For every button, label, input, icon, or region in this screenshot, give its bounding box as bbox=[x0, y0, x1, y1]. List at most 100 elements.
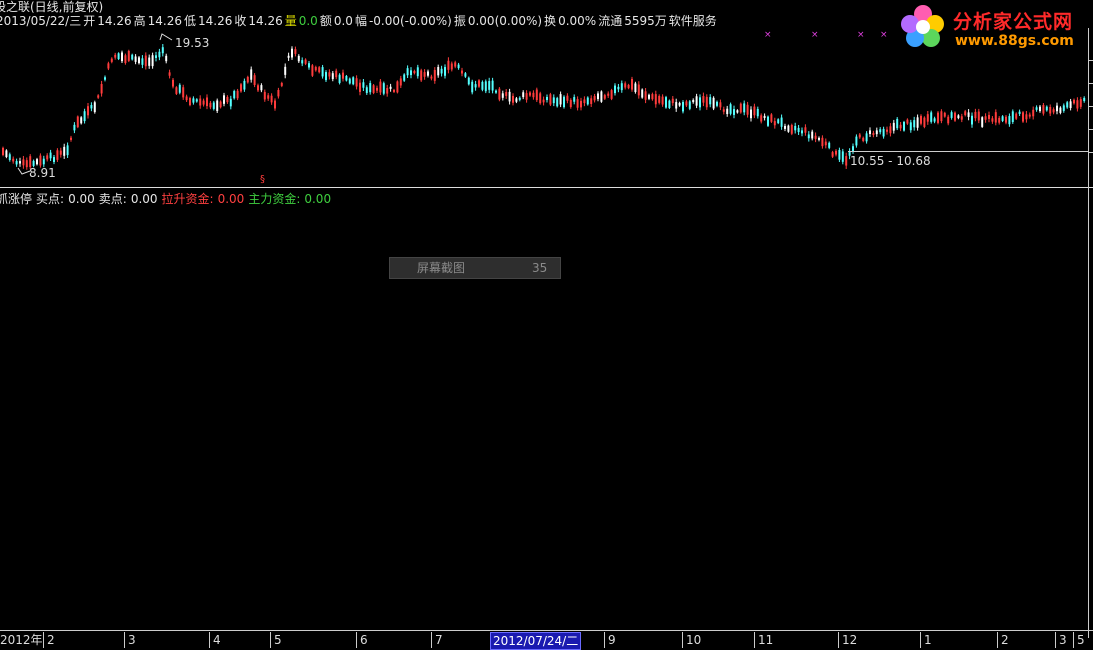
candle-body bbox=[413, 71, 416, 74]
quote-header: 股之联(日线,前复权) 2013/05/22/三开 14.26 高 14.26 低 14.… bbox=[0, 0, 900, 30]
candle-body bbox=[994, 112, 997, 123]
candle-body bbox=[671, 98, 674, 104]
candle-body bbox=[777, 119, 780, 124]
candle-body bbox=[525, 93, 528, 100]
candle-body bbox=[168, 72, 171, 76]
candle-body bbox=[937, 112, 939, 123]
candle-body bbox=[70, 137, 72, 140]
candle-body bbox=[471, 81, 474, 93]
candle-body bbox=[406, 68, 409, 76]
candle-body bbox=[529, 92, 531, 96]
date-tick: 2012年 bbox=[0, 633, 43, 647]
candle-body bbox=[117, 53, 120, 60]
price-range-label: 10.55 - 10.68 bbox=[850, 154, 931, 168]
candle-body bbox=[590, 98, 593, 104]
candle-body bbox=[988, 114, 990, 119]
candle-body bbox=[1011, 111, 1014, 122]
candle-body bbox=[593, 96, 596, 101]
candle-body bbox=[678, 102, 681, 106]
date-tick: 3 bbox=[124, 632, 136, 648]
change-label: 幅 bbox=[354, 14, 367, 28]
candle-body bbox=[573, 97, 576, 102]
candle-body bbox=[491, 80, 494, 91]
candle-body bbox=[410, 70, 412, 76]
screenshot-popup[interactable]: 屏幕截图 35 bbox=[389, 257, 561, 279]
candle-body bbox=[722, 109, 725, 112]
float-label: 流通 bbox=[598, 14, 623, 28]
candle-body bbox=[73, 124, 76, 131]
candle-body bbox=[192, 98, 195, 103]
candle-body bbox=[501, 93, 504, 98]
candle-body bbox=[172, 79, 174, 87]
candle-body bbox=[474, 84, 477, 88]
candle-body bbox=[814, 135, 817, 139]
candle-body bbox=[549, 94, 552, 105]
candle-body bbox=[1062, 105, 1065, 111]
amplitude-value: 0.00(0.00%) bbox=[467, 14, 543, 28]
candle-body bbox=[433, 70, 436, 81]
candle-body bbox=[1049, 106, 1052, 114]
candle-body bbox=[280, 83, 283, 86]
candle-body bbox=[355, 78, 358, 87]
candle-body bbox=[620, 83, 623, 91]
candle-body bbox=[437, 67, 440, 76]
candle-body bbox=[967, 112, 970, 117]
candle-body bbox=[981, 117, 984, 127]
candle-body bbox=[1066, 102, 1069, 108]
candle-body bbox=[246, 76, 249, 83]
candle-body bbox=[399, 78, 402, 86]
candle-body bbox=[240, 84, 242, 92]
candle-body bbox=[1035, 107, 1038, 110]
candle-body bbox=[828, 142, 831, 148]
candle-body bbox=[841, 151, 844, 162]
candle-body bbox=[297, 55, 300, 62]
candle-body bbox=[699, 97, 701, 108]
candle-body bbox=[563, 96, 565, 108]
candle-body bbox=[913, 120, 916, 128]
candle-body bbox=[148, 57, 151, 66]
candle-body bbox=[797, 127, 800, 133]
candle-body bbox=[311, 65, 314, 76]
candle-body bbox=[80, 117, 83, 124]
turnover-label: 换 bbox=[544, 14, 557, 28]
indicator-name[interactable]: 抓涨停 bbox=[0, 192, 32, 206]
candle-body bbox=[784, 125, 786, 129]
open-value: 14.26 bbox=[97, 14, 132, 28]
candle-body bbox=[556, 98, 559, 107]
candle-body bbox=[450, 63, 453, 70]
candle-body bbox=[1001, 116, 1004, 121]
price-axis bbox=[1088, 28, 1089, 638]
candle-body bbox=[763, 115, 766, 119]
pane-divider[interactable] bbox=[0, 187, 1093, 188]
candle-body bbox=[631, 78, 633, 90]
candle-body bbox=[641, 89, 644, 98]
candle-body bbox=[801, 130, 803, 134]
buy-label: 买点: bbox=[36, 192, 65, 206]
candle-body bbox=[308, 63, 310, 68]
candle-body bbox=[1042, 105, 1045, 114]
candle-body bbox=[964, 111, 967, 116]
popup-number: 35 bbox=[532, 261, 548, 275]
low-price-marker: 8.91 bbox=[29, 166, 56, 180]
candle-body bbox=[478, 80, 480, 87]
candle-body bbox=[53, 157, 55, 162]
candle-body bbox=[291, 48, 293, 58]
candle-body bbox=[668, 100, 671, 108]
candle-body bbox=[161, 47, 164, 54]
candle-body bbox=[909, 122, 912, 131]
candle-body bbox=[960, 116, 963, 120]
candle-body bbox=[685, 101, 688, 106]
candle-body bbox=[175, 87, 178, 94]
candle-body bbox=[515, 98, 518, 102]
candle-body bbox=[1008, 116, 1011, 125]
crosshair-date: 2012/07/24/二 bbox=[490, 632, 582, 650]
date-axis[interactable]: 2012年 2 3 4 5 6 7 9 10 11 12 1 2 3 5 201… bbox=[0, 630, 1093, 650]
candle-body bbox=[869, 130, 871, 135]
candle-body bbox=[702, 96, 705, 103]
popup-title: 屏幕截图 bbox=[417, 261, 466, 275]
candle-body bbox=[566, 95, 569, 101]
candle-body bbox=[416, 67, 419, 77]
candle-body bbox=[107, 63, 110, 69]
candle-body bbox=[488, 81, 491, 90]
candle-body bbox=[692, 99, 695, 103]
